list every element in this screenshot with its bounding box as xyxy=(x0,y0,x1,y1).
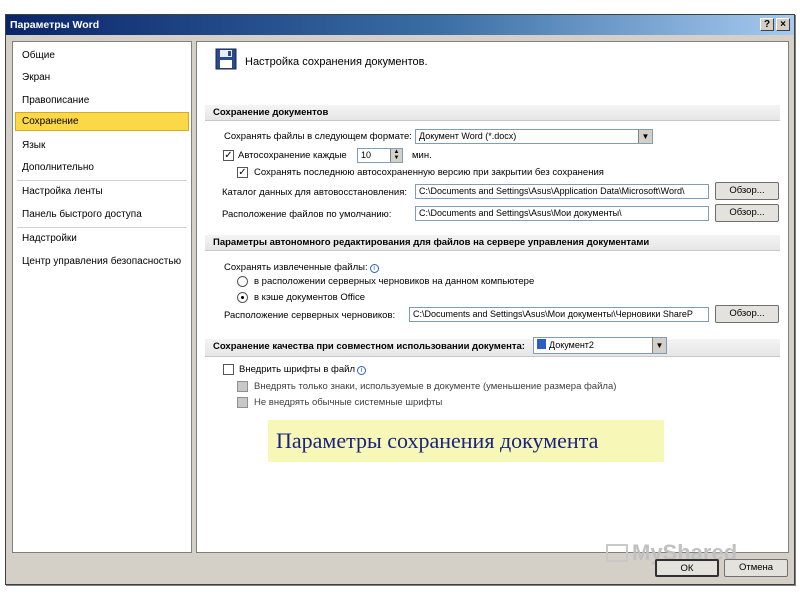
autosave-unit: мин. xyxy=(412,150,432,161)
content-panel: Настройка сохранения документов. Сохране… xyxy=(196,41,789,553)
section-offline-editing: Параметры автономного редактирования для… xyxy=(205,235,780,251)
sidebar-item-general[interactable]: Общие xyxy=(15,46,189,65)
word-doc-icon xyxy=(537,339,546,349)
info-icon: i xyxy=(357,366,367,375)
server-drafts-input[interactable]: C:\Documents and Settings\Asus\Мои докум… xyxy=(409,307,709,322)
keep-last-label: Сохранять последнюю автосохраненную верс… xyxy=(254,167,604,178)
keep-last-checkbox[interactable]: ✓ xyxy=(237,167,248,178)
server-drafts-label: Расположение серверных черновиков: xyxy=(224,310,396,321)
sidebar-divider xyxy=(17,227,187,228)
sidebar-item-customize-ribbon[interactable]: Настройка ленты xyxy=(15,182,189,201)
section-save-documents: Сохранение документов xyxy=(205,105,780,121)
sidebar-item-save[interactable]: Сохранение xyxy=(15,112,189,131)
help-icon[interactable]: ? xyxy=(760,18,774,31)
close-icon[interactable]: × xyxy=(776,18,790,31)
info-icon: i xyxy=(369,264,379,273)
no-common-fonts-checkbox[interactable] xyxy=(237,397,248,408)
embed-fonts-text: Внедрить шрифты в файл xyxy=(239,364,356,375)
options-dialog: Параметры Word ? × Общие Экран Правописа… xyxy=(5,14,795,585)
watermark-icon xyxy=(606,544,628,562)
chevron-down-icon[interactable]: ▼ xyxy=(638,130,652,143)
autorecover-browse-button[interactable]: Обзор... xyxy=(715,182,779,200)
radio-office-cache[interactable] xyxy=(237,292,248,303)
save-checked-out-label: Сохранять извлеченные файлы: i xyxy=(224,262,379,273)
sidebar-item-addins[interactable]: Надстройки xyxy=(15,229,189,248)
sidebar-item-display[interactable]: Экран xyxy=(15,68,189,87)
default-location-label: Расположение файлов по умолчанию: xyxy=(222,209,392,220)
no-common-fonts-label: Не внедрять обычные системные шрифты xyxy=(254,397,443,408)
save-checked-out-text: Сохранять извлеченные файлы: xyxy=(224,262,368,273)
embed-only-used-label: Внедрять только знаки, используемые в до… xyxy=(254,381,617,392)
save-disk-icon xyxy=(215,48,237,73)
autorecover-path-input[interactable]: C:\Documents and Settings\Asus\Applicati… xyxy=(415,184,709,199)
window-title: Параметры Word xyxy=(10,19,100,31)
sidebar: Общие Экран Правописание Сохранение Язык… xyxy=(12,41,192,553)
title-bar: Параметры Word ? × xyxy=(6,15,794,35)
fidelity-title: Сохранение качества при совместном испол… xyxy=(213,341,525,352)
spinner-icon[interactable]: ▲ ▼ xyxy=(390,149,402,162)
autosave-checkbox[interactable]: ✓ xyxy=(223,150,234,161)
sidebar-item-proofing[interactable]: Правописание xyxy=(15,91,189,110)
server-drafts-browse-button[interactable]: Обзор... xyxy=(715,305,779,323)
autosave-value: 10 xyxy=(361,150,372,160)
sidebar-item-advanced[interactable]: Дополнительно xyxy=(15,158,189,177)
autosave-minutes-input[interactable]: 10 ▲ ▼ xyxy=(357,148,403,163)
embed-fonts-label: Внедрить шрифты в файл i xyxy=(239,364,367,375)
radio-server-drafts-label: в расположении серверных черновиков на д… xyxy=(254,276,535,287)
radio-server-drafts[interactable] xyxy=(237,276,248,287)
chevron-down-icon[interactable]: ▼ xyxy=(652,338,666,353)
autosave-label: Автосохранение каждые xyxy=(238,150,347,161)
section-fidelity: Сохранение качества при совместном испол… xyxy=(205,339,780,357)
sidebar-item-quick-access[interactable]: Панель быстрого доступа xyxy=(15,205,189,224)
fidelity-document-value: Документ2 xyxy=(549,340,594,350)
ok-button[interactable]: ОК xyxy=(655,559,719,577)
caption-banner: Параметры сохранения документа xyxy=(268,420,664,462)
format-label: Сохранять файлы в следующем формате: xyxy=(224,131,412,142)
cancel-button[interactable]: Отмена xyxy=(724,559,788,577)
sidebar-item-language[interactable]: Язык xyxy=(15,136,189,155)
fidelity-document-dropdown[interactable]: Документ2 ▼ xyxy=(533,337,667,354)
radio-office-cache-label: в кэше документов Office xyxy=(254,292,365,303)
embed-only-used-checkbox[interactable] xyxy=(237,381,248,392)
sidebar-divider xyxy=(17,180,187,181)
sidebar-item-trust-center[interactable]: Центр управления безопасностью xyxy=(15,252,189,271)
default-location-input[interactable]: C:\Documents and Settings\Asus\Мои докум… xyxy=(415,206,709,221)
default-location-browse-button[interactable]: Обзор... xyxy=(715,204,779,222)
format-value: Документ Word (*.docx) xyxy=(419,131,517,141)
format-dropdown[interactable]: Документ Word (*.docx) ▼ xyxy=(415,129,653,144)
embed-fonts-checkbox[interactable] xyxy=(223,364,234,375)
page-header: Настройка сохранения документов. xyxy=(245,56,428,68)
autorecover-label: Каталог данных для автовосстановления: xyxy=(222,187,408,198)
